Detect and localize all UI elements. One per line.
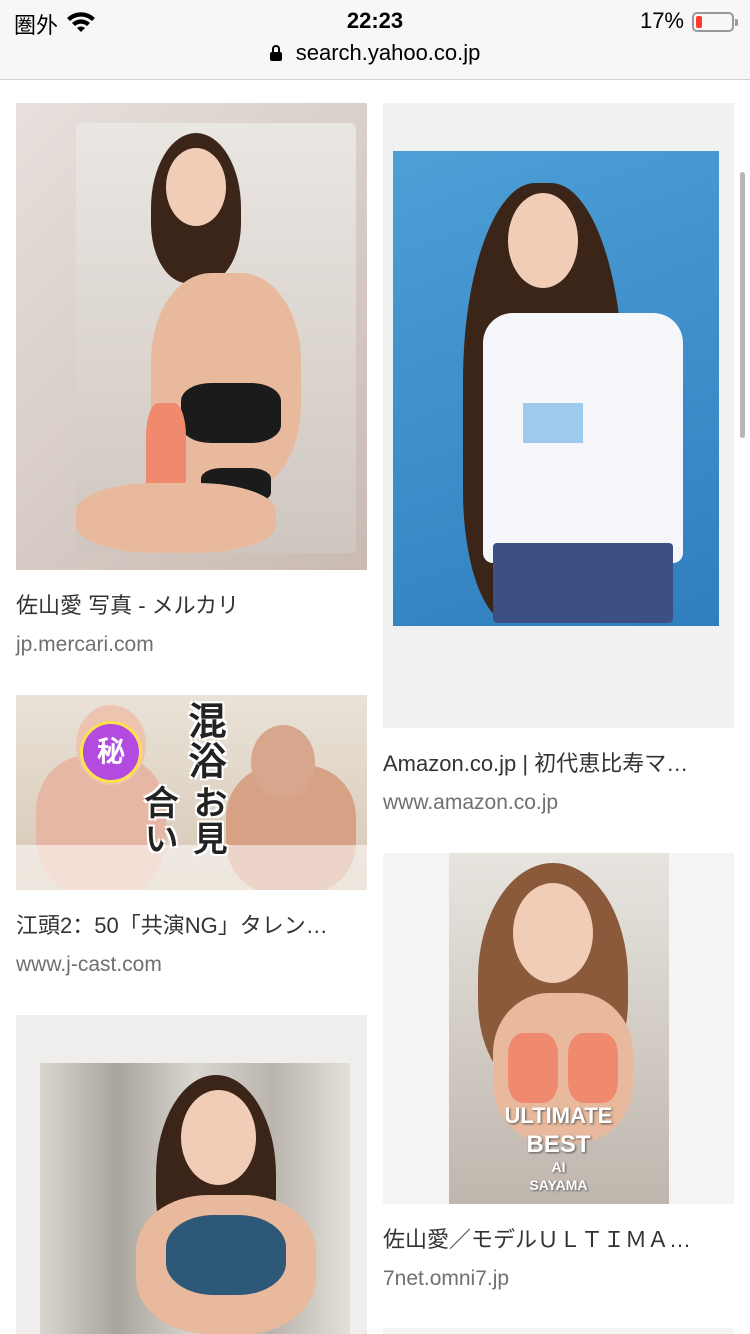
result-source[interactable]: www.j-cast.com — [16, 952, 367, 978]
result-title[interactable]: 佐山愛／モデルＵＬＴＩＭＡ… — [383, 1226, 734, 1254]
result-title[interactable]: 江頭2：50「共演NG」タレン… — [16, 912, 367, 940]
result-card[interactable] — [16, 1015, 367, 1334]
result-thumbnail[interactable]: ULTIMATE BEST AI SAYAMA — [383, 853, 734, 1204]
clock: 22:23 — [346, 8, 404, 33]
scrollbar[interactable] — [740, 172, 745, 438]
image-text-4: SAYAMA — [529, 1177, 588, 1193]
battery-level — [696, 16, 702, 28]
result-card[interactable]: ULTIMATE BEST AI SAYAMA 佐山愛／モデルＵＬＴＩＭＡ… 7… — [383, 853, 734, 1292]
result-title[interactable]: Amazon.co.jp | 初代恵比寿マ… — [383, 750, 734, 778]
result-title[interactable]: 佐山愛 写真 - メルカリ — [16, 592, 367, 620]
result-thumbnail[interactable] — [383, 103, 734, 728]
image-text-1: 混浴 — [182, 701, 224, 781]
result-thumbnail[interactable] — [16, 103, 367, 570]
lock-icon — [269, 45, 282, 61]
result-card[interactable]: 佐山愛 写真 - メルカリ jp.mercari.com — [16, 103, 367, 658]
result-thumbnail[interactable]: 秘 混浴 お見合い — [16, 695, 367, 890]
result-card[interactable]: Amazon.co.jp | 初代恵比寿マ… www.amazon.co.jp — [383, 103, 734, 816]
image-text-1: ULTIMATE — [504, 1103, 613, 1128]
result-source[interactable]: www.amazon.co.jp — [383, 790, 734, 816]
result-card[interactable] — [383, 1328, 734, 1334]
url-bar[interactable]: search.yahoo.co.jp — [0, 40, 750, 70]
image-text-3: AI — [551, 1159, 566, 1175]
result-source[interactable]: jp.mercari.com — [16, 632, 367, 658]
image-text-2: BEST — [526, 1131, 591, 1158]
result-source[interactable]: 7net.omni7.jp — [383, 1266, 734, 1292]
image-text-2: お見合い — [139, 785, 226, 857]
result-thumbnail[interactable] — [383, 1328, 734, 1334]
secret-badge: 秘 — [80, 721, 142, 783]
result-card[interactable]: 秘 混浴 お見合い 江頭2：50「共演NG」タレン… www.j-cast.co… — [16, 695, 367, 978]
battery-icon — [692, 12, 738, 32]
browser-top-bar: 圏外 22:23 17% search.yahoo.co.jp — [0, 0, 750, 80]
result-thumbnail[interactable] — [16, 1015, 367, 1334]
url-domain[interactable]: search.yahoo.co.jp — [296, 40, 481, 65]
battery-percent: 17% — [639, 8, 684, 33]
status-bar: 圏外 22:23 17% — [0, 6, 750, 38]
